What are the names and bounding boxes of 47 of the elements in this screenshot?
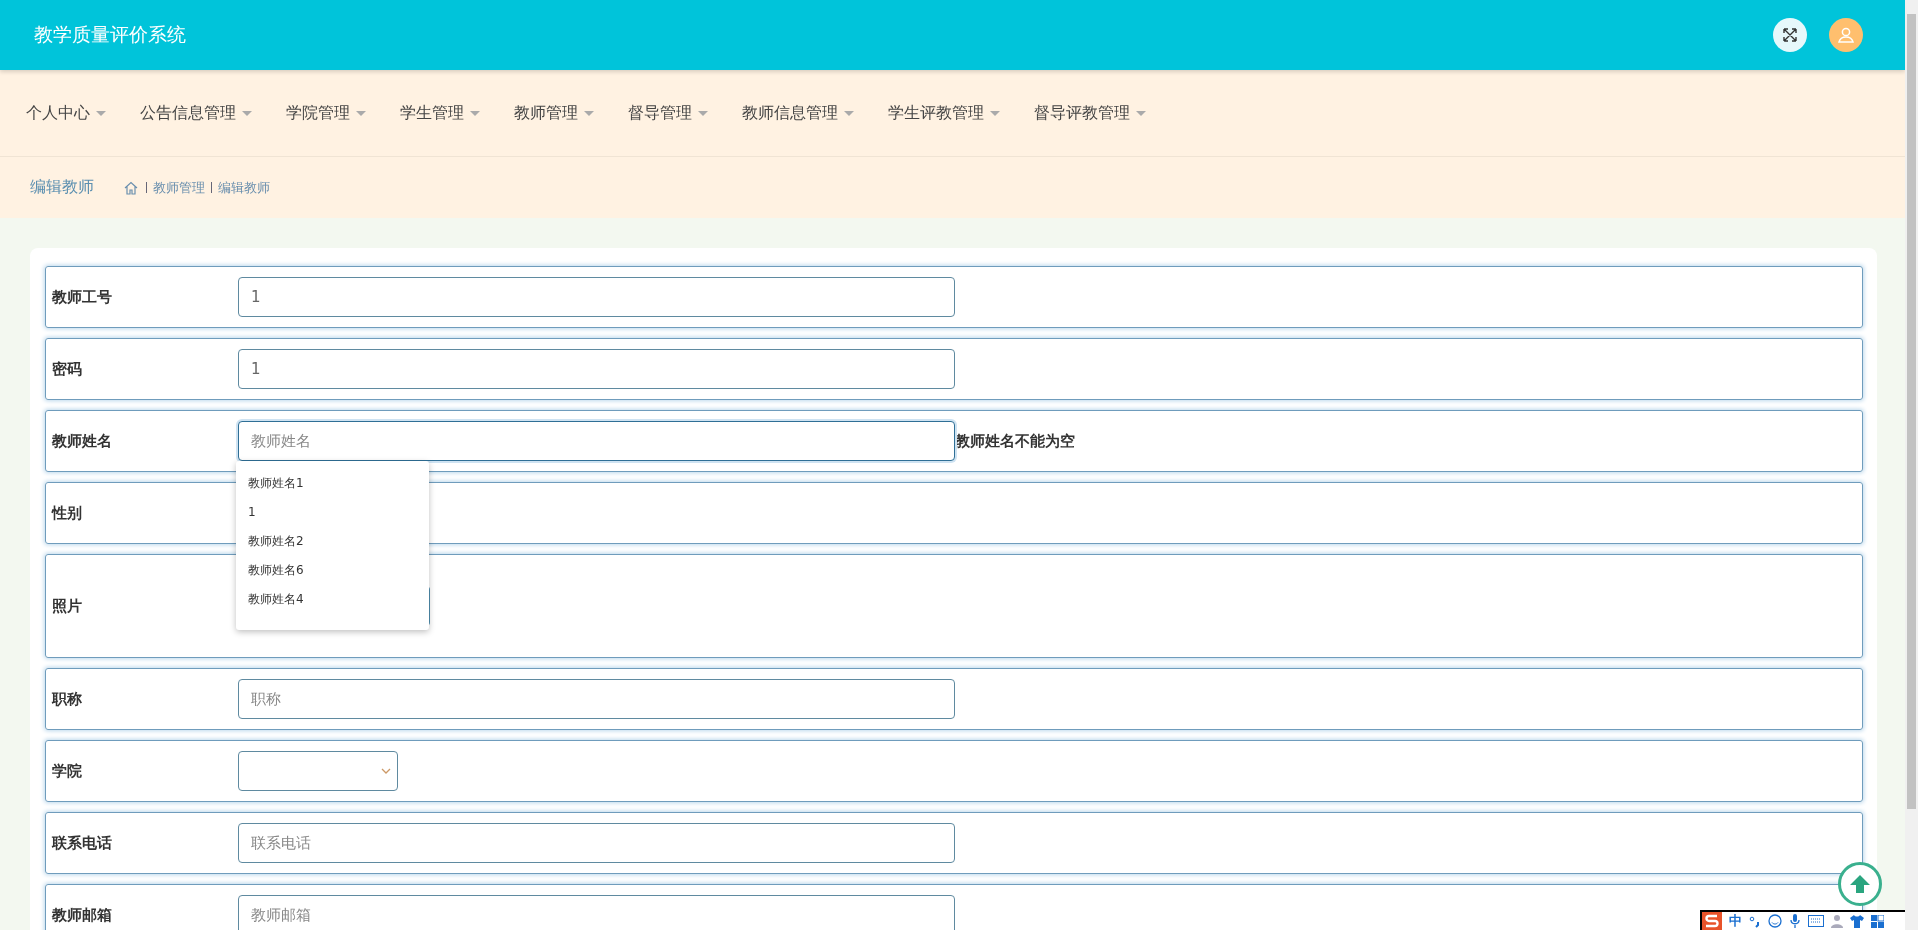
field-label: 职称 [52,689,83,709]
fullscreen-button[interactable] [1773,18,1807,52]
field-label: 联系电话 [52,833,113,853]
scrollbar[interactable] [1905,0,1918,930]
menu-item[interactable]: 督导评教管理 [1034,102,1146,124]
input-field[interactable]: 联系电话 [238,823,955,863]
suggestion-item[interactable]: 1 [236,498,429,527]
input-mode-indicator[interactable]: 中 [1729,912,1742,930]
menu-item[interactable]: 学院管理 [286,102,366,124]
system-title: 教学质量评价系统 [34,22,186,47]
arrow-up-icon [1849,873,1871,895]
emoji-icon[interactable] [1768,914,1782,928]
grid-icon[interactable] [1871,914,1884,928]
menu-item[interactable]: 督导管理 [628,102,708,124]
menu-item[interactable]: 教师管理 [514,102,594,124]
input-field[interactable]: 职称 [238,679,955,719]
menu-item[interactable]: 个人中心 [26,102,106,124]
input-field[interactable]: 1 [238,277,955,317]
input-field[interactable]: 1 [238,349,955,389]
field-label: 教师姓名 [52,431,113,451]
input-field[interactable]: 教师姓名 [238,421,955,461]
input-field[interactable]: 教师邮箱 [238,895,955,930]
page-title: 编辑教师 [30,177,94,198]
field-label: 教师工号 [52,287,113,307]
field-label: 学院 [52,761,83,781]
suggestion-item[interactable]: 教师姓名6 [236,556,429,585]
field-label: 密码 [52,359,83,379]
input-method-logo-icon[interactable] [1702,912,1722,930]
keyboard-icon[interactable] [1808,915,1824,927]
shirt-icon[interactable] [1850,914,1864,928]
chevron-down-icon [381,768,391,774]
menu-item[interactable]: 学生管理 [400,102,480,124]
suggestion-item[interactable]: 教师姓名4 [236,585,429,614]
user-icon [1837,26,1855,44]
field-label: 照片 [52,596,83,616]
menu-item[interactable]: 公告信息管理 [140,102,252,124]
suggestion-item[interactable]: 教师姓名2 [236,527,429,556]
menu-item[interactable]: 学生评教管理 [888,102,1000,124]
microphone-icon[interactable] [1789,914,1801,928]
punctuation-icon[interactable] [1749,914,1761,928]
field-label: 性别 [52,503,83,523]
expand-arrows-icon [1782,27,1798,43]
field-label: 教师邮箱 [52,905,113,925]
menu-item[interactable]: 教师信息管理 [742,102,854,124]
suggestion-item[interactable]: 教师姓名1 [236,469,429,498]
home-icon[interactable] [124,180,138,195]
select-field[interactable] [238,751,398,791]
